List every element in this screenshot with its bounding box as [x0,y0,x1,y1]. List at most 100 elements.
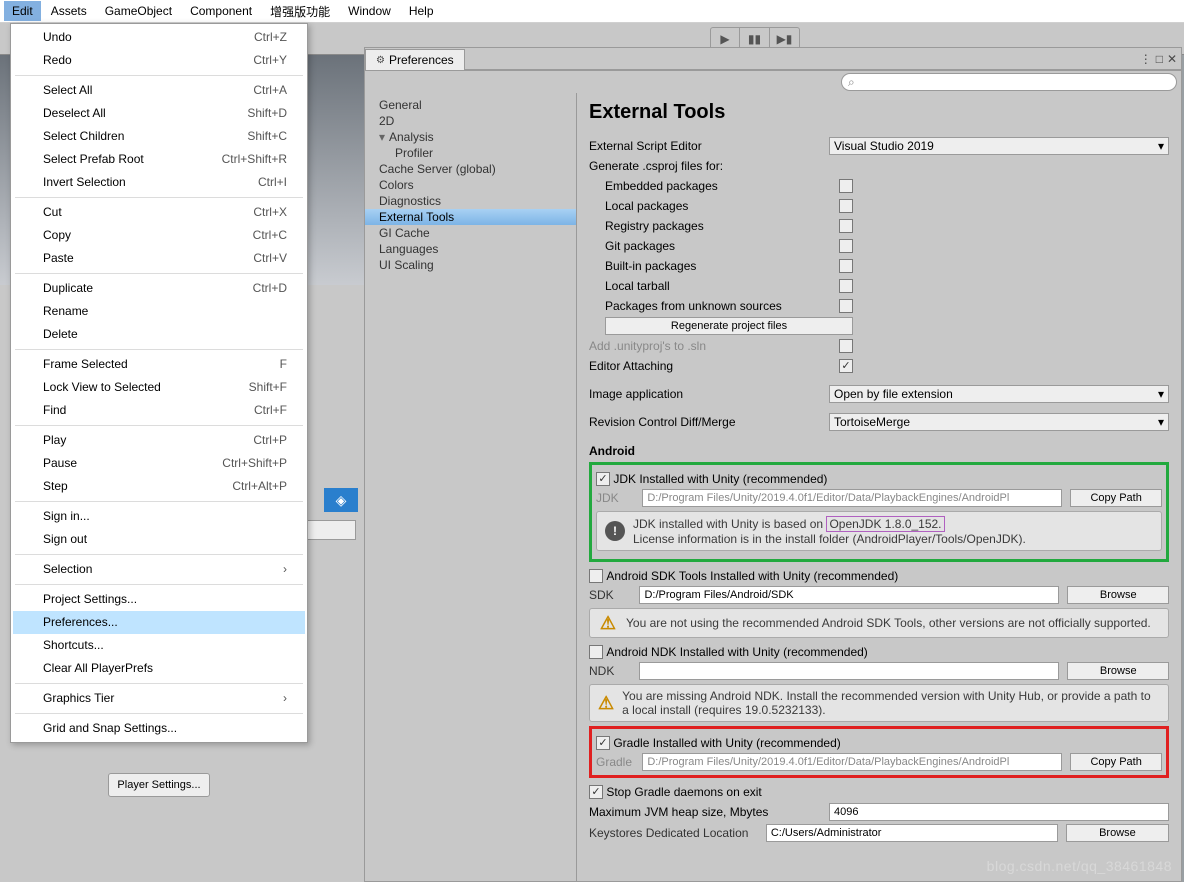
keystore-browse-button[interactable]: Browse [1066,824,1169,842]
label-gradle-chk: Gradle Installed with Unity (recommended… [613,736,840,750]
preferences-search[interactable]: ⌕ [841,73,1177,91]
ndk-browse-button[interactable]: Browse [1067,662,1169,680]
menu-rename[interactable]: Rename [13,300,305,323]
sidebar-diagnostics[interactable]: Diagnostics [365,193,576,209]
label-ndk-chk: Android NDK Installed with Unity (recomm… [606,645,867,659]
regenerate-button[interactable]: Regenerate project files [605,317,853,335]
label-local-pkg: Local packages [589,199,839,213]
check-stop-gradle[interactable] [589,785,603,799]
check-local[interactable] [839,199,853,213]
menubar: Edit Assets GameObject Component 增强版功能 W… [0,0,1184,23]
preferences-tab[interactable]: ⚙ Preferences [365,49,465,70]
unity-logo-icon: ◈ [324,488,358,512]
menu-sign-out[interactable]: Sign out [13,528,305,551]
player-settings-button[interactable]: Player Settings... [108,773,210,797]
menu-duplicate[interactable]: DuplicateCtrl+D [13,277,305,300]
menu-sign-in[interactable]: Sign in... [13,505,305,528]
sdk-browse-button[interactable]: Browse [1067,586,1169,604]
info-icon: ! [605,521,625,541]
sdk-path-field[interactable]: D:/Program Files/Android/SDK [639,586,1059,604]
check-git[interactable] [839,239,853,253]
external-script-dropdown[interactable]: Visual Studio 2019▾ [829,137,1169,155]
window-menu-icon[interactable]: ⋮ [1140,52,1152,66]
menu-lock-view[interactable]: Lock View to SelectedShift+F [13,376,305,399]
menu-shortcuts[interactable]: Shortcuts... [13,634,305,657]
menu-find[interactable]: FindCtrl+F [13,399,305,422]
check-addproj[interactable] [839,339,853,353]
menu-enhanced[interactable]: 增强版功能 [262,0,338,23]
label-ndk: NDK [589,664,631,678]
sidebar-general[interactable]: General [365,97,576,113]
menu-help[interactable]: Help [401,1,442,21]
menu-clear-playerprefs[interactable]: Clear All PlayerPrefs [13,657,305,680]
check-sdk[interactable] [589,569,603,583]
check-ndk[interactable] [589,645,603,659]
check-registry[interactable] [839,219,853,233]
check-editor-attach[interactable] [839,359,853,373]
watermark: blog.csdn.net/qq_38461848 [987,858,1172,874]
check-jdk[interactable] [596,472,610,486]
menu-paste[interactable]: PasteCtrl+V [13,247,305,270]
gradle-copy-path-button[interactable]: Copy Path [1070,753,1162,771]
menu-redo[interactable]: RedoCtrl+Y [13,49,305,72]
label-unknown-src: Packages from unknown sources [589,299,839,313]
menu-delete[interactable]: Delete [13,323,305,346]
check-gradle[interactable] [596,736,610,750]
search-icon: ⌕ [848,75,855,90]
menu-preferences[interactable]: Preferences... [13,611,305,634]
menu-selection[interactable]: Selection› [13,558,305,581]
sidebar-analysis[interactable]: ▾Analysis [365,129,576,145]
menu-invert-selection[interactable]: Invert SelectionCtrl+I [13,171,305,194]
menu-copy[interactable]: CopyCtrl+C [13,224,305,247]
menu-assets[interactable]: Assets [43,1,95,21]
label-gencsproj: Generate .csproj files for: [589,159,839,173]
menu-deselect-all[interactable]: Deselect AllShift+D [13,102,305,125]
warning-icon: ⚠ [598,613,618,633]
menu-window[interactable]: Window [340,1,399,21]
menu-graphics-tier[interactable]: Graphics Tier› [13,687,305,710]
preferences-panel: ⌕ General 2D ▾Analysis Profiler Cache Se… [364,70,1182,882]
keystore-path-field[interactable]: C:/Users/Administrator [766,824,1058,842]
window-close-icon[interactable]: ✕ [1167,52,1177,66]
menu-grid-snap[interactable]: Grid and Snap Settings... [13,717,305,740]
menu-select-children[interactable]: Select ChildrenShift+C [13,125,305,148]
menu-frame-selected[interactable]: Frame SelectedF [13,353,305,376]
sidebar-gi-cache[interactable]: GI Cache [365,225,576,241]
gear-icon: ⚙ [376,55,385,66]
sidebar-cache-server[interactable]: Cache Server (global) [365,161,576,177]
menu-project-settings[interactable]: Project Settings... [13,588,305,611]
label-editor-attach: Editor Attaching [589,359,839,373]
preferences-tab-label: Preferences [389,53,454,67]
menu-select-prefab-root[interactable]: Select Prefab RootCtrl+Shift+R [13,148,305,171]
sidebar-external-tools[interactable]: External Tools [365,209,576,225]
menu-undo[interactable]: UndoCtrl+Z [13,26,305,49]
menu-cut[interactable]: CutCtrl+X [13,201,305,224]
sidebar-languages[interactable]: Languages [365,241,576,257]
check-tarball[interactable] [839,279,853,293]
sidebar-ui-scaling[interactable]: UI Scaling [365,257,576,273]
chevron-down-icon: ▾ [1158,139,1164,153]
check-embedded[interactable] [839,179,853,193]
menu-select-all[interactable]: Select AllCtrl+A [13,79,305,102]
ndk-path-field[interactable] [639,662,1059,680]
jvm-heap-field[interactable]: 4096 [829,803,1169,821]
check-unknown[interactable] [839,299,853,313]
sidebar-colors[interactable]: Colors [365,177,576,193]
menu-play[interactable]: PlayCtrl+P [13,429,305,452]
menu-step[interactable]: StepCtrl+Alt+P [13,475,305,498]
revctrl-dropdown[interactable]: TortoiseMerge▾ [829,413,1169,431]
menu-gameobject[interactable]: GameObject [97,1,180,21]
menu-pause[interactable]: PauseCtrl+Shift+P [13,452,305,475]
jdk-path-field[interactable]: D:/Program Files/Unity/2019.4.0f1/Editor… [642,489,1062,507]
sidebar-2d[interactable]: 2D [365,113,576,129]
jdk-copy-path-button[interactable]: Copy Path [1070,489,1162,507]
label-jvm: Maximum JVM heap size, Mbytes [589,805,829,819]
menu-edit[interactable]: Edit [4,1,41,21]
label-builtin-pkg: Built-in packages [589,259,839,273]
gradle-path-field[interactable]: D:/Program Files/Unity/2019.4.0f1/Editor… [642,753,1062,771]
check-builtin[interactable] [839,259,853,273]
image-app-dropdown[interactable]: Open by file extension▾ [829,385,1169,403]
sidebar-profiler[interactable]: Profiler [365,145,576,161]
window-maximize-icon[interactable]: □ [1156,52,1163,66]
menu-component[interactable]: Component [182,1,260,21]
